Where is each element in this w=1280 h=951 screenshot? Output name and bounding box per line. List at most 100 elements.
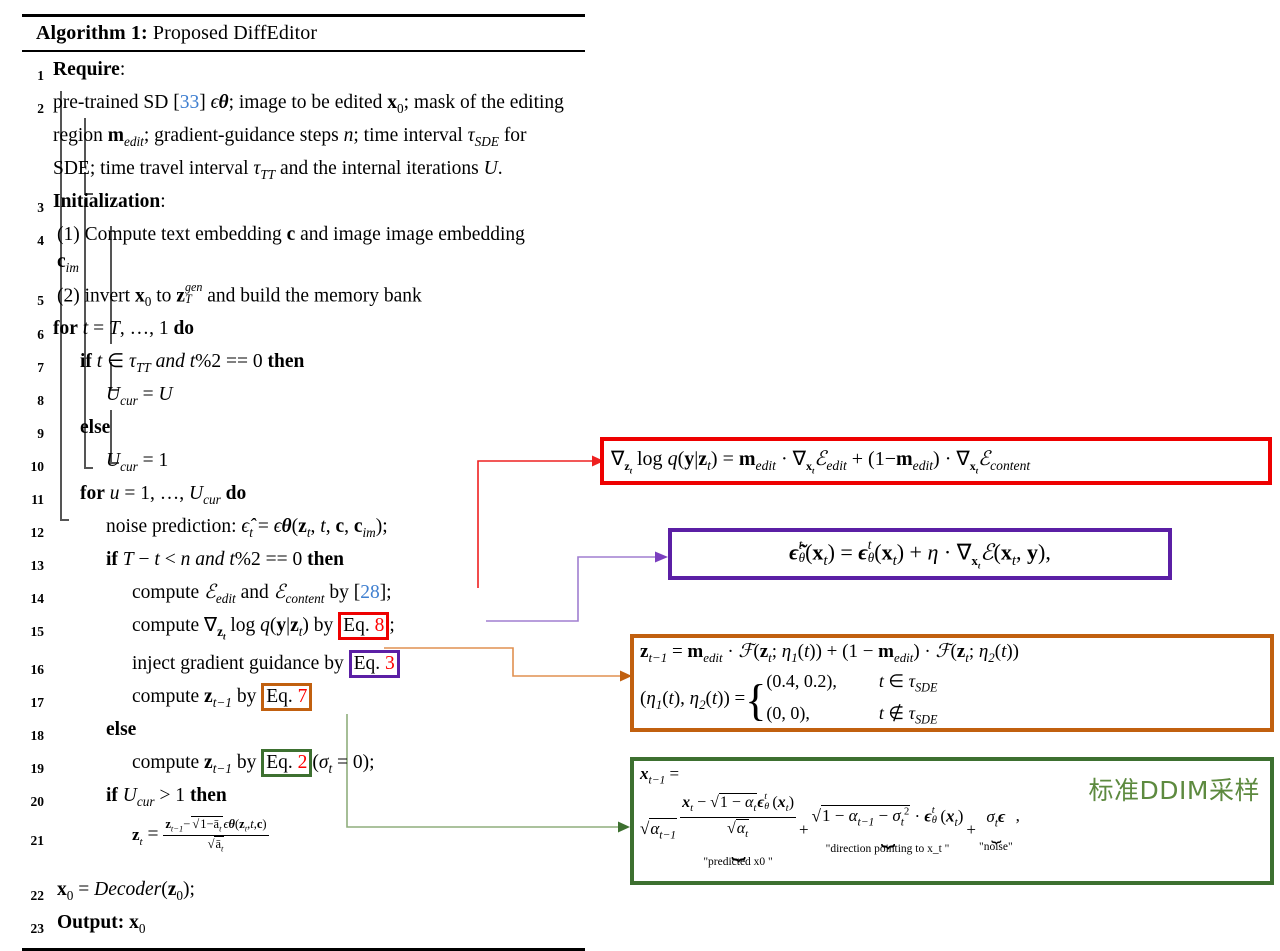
line-content: if T − t < n and t%2 == 0 then — [106, 548, 344, 570]
panel-noise-injection: ϵ̃ t θ (xt) = ϵ t θ (xt) + η · ∇xtℰ(xt, y), — [668, 528, 1172, 580]
line-number: 13 — [30, 557, 45, 573]
eq-number: 7 — [297, 686, 308, 708]
line-number: 18 — [30, 728, 45, 744]
line-content: for u = 1, …, Ucur do — [80, 482, 247, 507]
line-number: 11 — [31, 491, 44, 507]
ddim-sqrt-alpha-prev: √αt−1 — [640, 817, 678, 842]
panel-sde-blend: zt−1 = medit · ℱ(zt; η1(t)) + (1 − medit… — [630, 634, 1274, 732]
underbrace-3: ⏟ — [991, 823, 1001, 843]
eq-label: Eq. — [353, 653, 381, 675]
algorithm-line: 1 Require: — [22, 56, 585, 89]
line-content: Initialization: — [53, 190, 166, 212]
eq-ref-box-3[interactable]: Eq. 3 — [348, 650, 400, 679]
algorithm-line: 12 noise prediction: ϵ̂t = ϵθ(zt, t, c, … — [22, 513, 585, 546]
algorithm-line: 19 compute zt−1 by Eq. 2 (σt = 0); — [22, 749, 585, 782]
line21-fraction: zt−1− √1−āt ϵθ(zt,t,c) √āt — [163, 816, 269, 854]
line-content: if Ucur > 1 then — [106, 785, 227, 810]
line-content: noise prediction: ϵ̂t = ϵθ(zt, t, c, cim… — [106, 515, 388, 540]
line-number: 1 — [37, 68, 44, 83]
line-number: 19 — [30, 761, 45, 777]
algorithm-line: 2 pre-trained SD [33] ϵθ; image to be ed… — [22, 89, 585, 188]
line-content: else — [80, 416, 111, 438]
line-content: compute ℰedit and ℰcontent by [28]; — [132, 581, 392, 606]
panel-noise-injection-equation: ϵ̃ t θ (xt) = ϵ t θ (xt) + η · ∇xtℰ(xt, y), — [789, 536, 1051, 571]
line-number: 7 — [37, 359, 44, 375]
panel-sde-blend-body: zt−1 = medit · ℱ(zt; η1(t)) + (1 − medit… — [634, 638, 1270, 735]
line-content: if t ∈ τTT and t%2 == 0 then — [80, 350, 305, 375]
algorithm-title-label: Algorithm 1: — [36, 22, 148, 44]
line-content: (2) invert x0 to z gen T and build the mem… — [57, 279, 422, 309]
algorithm-line: 13 if T − t < n and t%2 == 0 then — [22, 546, 585, 579]
panel-gradient-guidance-equation: ∇zt log q(y|zt) = medit · ∇xtℰedit + (1−… — [611, 448, 1031, 476]
panel-sde-blend-equation-2: (η1(t), η2(t)) = { (0.4, 0.2), t ∈ τSDE … — [640, 668, 1264, 733]
algorithm-title-name: Proposed DiffEditor — [147, 22, 318, 44]
algorithm-line: 4 (1) Compute text embedding c and image… — [22, 221, 585, 281]
line-content: compute ∇zt log q(y|zt) by Eq. 8; — [44, 611, 395, 651]
algorithm-line: 16 inject gradient guidance by Eq. 3 — [22, 650, 585, 683]
eq-number: 3 — [385, 653, 395, 675]
underbrace-3-label: "noise" — [979, 841, 1013, 854]
ddim-trailing-comma: , — [1015, 806, 1020, 826]
panel-gradient-guidance: ∇zt log q(y|zt) = medit · ∇xtℰedit + (1−… — [600, 437, 1272, 485]
case-1-value: (0.4, 0.2), — [766, 670, 837, 691]
line-content: pre-trained SD [33] ϵθ; image to be edit… — [53, 92, 564, 182]
line-content: (1) Compute text embedding c and image i… — [57, 223, 525, 275]
panel-sde-blend-lhs: (η1(t), η2(t)) = — [640, 687, 746, 712]
line-number: 10 — [30, 458, 45, 474]
ddim-direction-group: √1 − αt−1 − σt2 · ϵtθ (xt) ⏟ "direction … — [811, 804, 964, 855]
eq-ref-box-7[interactable]: Eq. 7 — [261, 683, 313, 712]
line-number: 21 — [30, 833, 45, 849]
algorithm-line: 3 Initialization: — [22, 188, 585, 221]
cases-brace: { — [745, 675, 767, 725]
algorithm-line: 23 Output: x0 — [22, 909, 585, 942]
line-number: 6 — [37, 326, 44, 342]
algorithm-line: 5 (2) invert x0 to z gen T and build the m… — [22, 279, 585, 315]
panel-ddim-sampling-body: 标准DDIM采样 xt−1 = √αt−1 xt − √1 − αtϵ t θ (x… — [634, 761, 1270, 887]
line-number: 22 — [30, 888, 45, 904]
citation-28[interactable]: 28 — [360, 582, 380, 603]
underbrace-1-label: "predicted x0 " — [703, 855, 773, 868]
ddim-annotation-chinese: 标准DDIM采样 — [1088, 776, 1260, 805]
eq-ref-box-8[interactable]: Eq. 8 — [338, 611, 390, 640]
line-number: 17 — [30, 695, 45, 711]
line-number: 8 — [37, 392, 44, 408]
algorithm-line: 8 Ucur = U — [22, 381, 585, 414]
algorithm-line: 15 compute ∇zt log q(y|zt) by Eq. 8; — [22, 611, 585, 651]
line-content: inject gradient guidance by Eq. 3 — [44, 650, 400, 679]
panel-sde-blend-equation-1: zt−1 = medit · ℱ(zt; η1(t)) + (1 − medit… — [640, 641, 1019, 665]
underbrace-1: ⏟ — [731, 834, 745, 861]
ddim-plus-1: + — [799, 820, 809, 840]
line-content: else — [106, 719, 137, 741]
eq-label: Eq. — [266, 686, 293, 708]
panel-ddim-sampling: 标准DDIM采样 xt−1 = √αt−1 xt − √1 − αtϵ t θ (x… — [630, 757, 1274, 885]
line-content: Ucur = 1 — [106, 449, 169, 474]
algorithm-line: 22 x0 = Decoder(z0); — [22, 876, 585, 909]
underbrace-2: ⏟ — [880, 821, 895, 848]
line-content: x0 = Decoder(z0); — [57, 879, 195, 904]
case-2-cond: t ∉ τSDE — [878, 703, 938, 727]
line-content: Ucur = U — [106, 383, 173, 408]
eq-label: Eq. — [266, 752, 293, 774]
underbrace-2-label: "direction pointing to x_t " — [825, 842, 950, 855]
line-number: 9 — [37, 425, 44, 441]
line-number: 14 — [30, 590, 45, 606]
eq-number: 2 — [297, 752, 308, 774]
line-number: 12 — [30, 524, 45, 540]
algorithm-title: Algorithm 1: Proposed DiffEditor — [22, 17, 585, 50]
citation-33[interactable]: 33 — [180, 92, 200, 113]
line-number: 23 — [30, 921, 45, 937]
algorithm-line: 17 compute zt−1 by Eq. 7 — [22, 683, 585, 716]
algorithm-line: 10 Ucur = 1 — [22, 447, 585, 480]
ddim-noise-group: σtϵ ⏟ "noise" — [979, 807, 1013, 854]
line-number: 4 — [37, 232, 44, 248]
eq-label: Eq. — [343, 614, 370, 636]
algorithm-line: 7 if t ∈ τTT and t%2 == 0 then — [22, 348, 585, 381]
line-number: 5 — [37, 292, 44, 308]
line-number: 2 — [37, 101, 44, 116]
line-content: for t = T, …, 1 do — [53, 317, 195, 339]
algorithm-line: 18 else — [22, 716, 585, 749]
algorithm-line: 9 else — [22, 414, 585, 447]
line-number: 3 — [37, 199, 44, 215]
eq-ref-box-2[interactable]: Eq. 2 — [261, 749, 313, 778]
line-number: 15 — [30, 623, 45, 639]
